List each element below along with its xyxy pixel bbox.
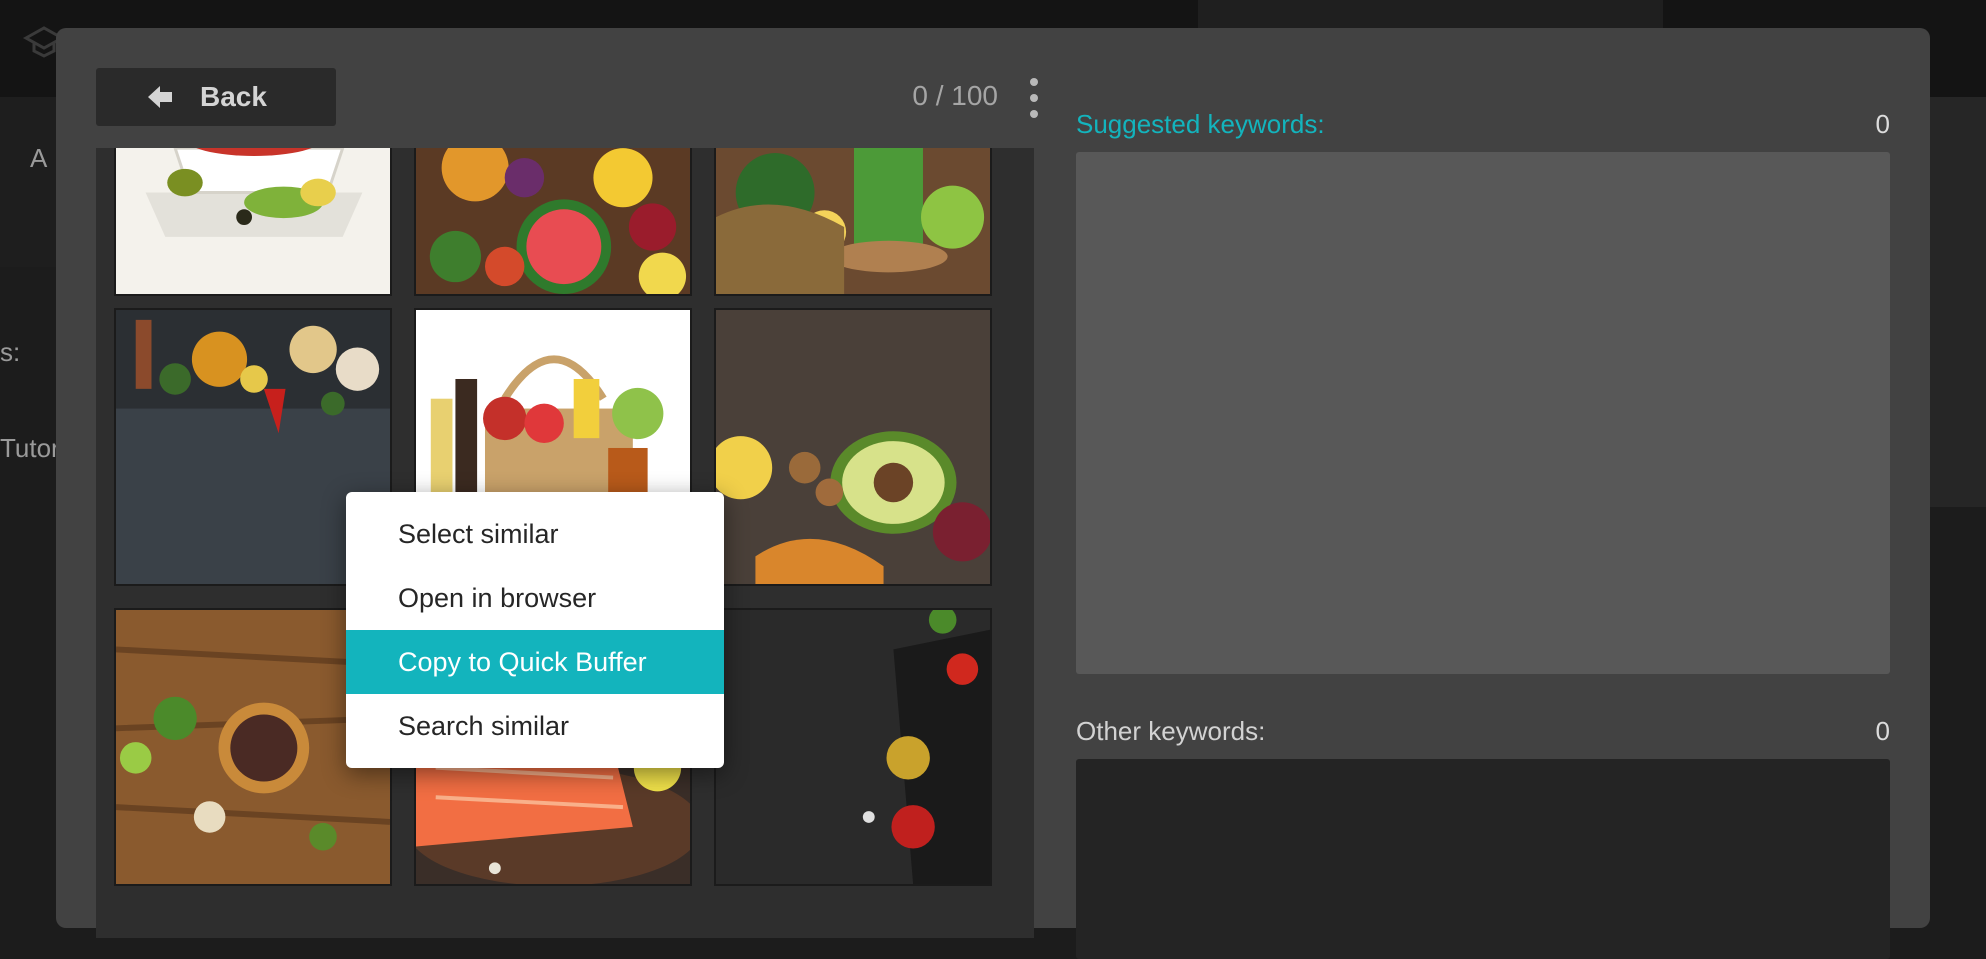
menu-item-search-similar[interactable]: Search similar <box>346 694 724 758</box>
more-vertical-icon[interactable] <box>1026 73 1042 123</box>
back-button[interactable]: Back <box>96 68 336 126</box>
selection-counter: 0 / 100 <box>912 80 998 111</box>
background-text: Tutor <box>0 433 60 463</box>
suggested-keywords-label: Suggested keywords: <box>1076 109 1325 139</box>
avocado-nuts-image[interactable] <box>714 308 992 586</box>
arrow-left-icon <box>148 86 172 108</box>
menu-item-copy-to-quick-buffer[interactable]: Copy to Quick Buffer <box>346 630 724 694</box>
suggested-keywords-count: 0 <box>1875 109 1890 139</box>
background-text: A <box>30 143 48 173</box>
background-text: s: <box>0 337 21 367</box>
image-context-menu: Select similar Open in browser Copy to Q… <box>346 492 724 768</box>
green-smoothie-image[interactable] <box>714 148 992 296</box>
suggested-keywords-box[interactable] <box>1076 152 1890 674</box>
menu-item-open-in-browser[interactable]: Open in browser <box>346 566 724 630</box>
salad-plate-image[interactable] <box>114 148 392 296</box>
background-panel-left <box>0 97 56 267</box>
other-keywords-label: Other keywords: <box>1076 716 1266 746</box>
back-button-label: Back <box>200 81 267 112</box>
fruits-vegetables-image[interactable] <box>414 148 692 296</box>
menu-item-select-similar[interactable]: Select similar <box>346 502 724 566</box>
background-panel-right <box>1930 97 1986 507</box>
similar-images-dialog: Back 0 / 100 Suggested keywords: 0 Other… <box>56 28 1930 959</box>
other-keywords-count: 0 <box>1875 716 1890 746</box>
cutting-board-dark-image[interactable] <box>714 608 992 886</box>
other-keywords-box[interactable] <box>1076 759 1890 959</box>
